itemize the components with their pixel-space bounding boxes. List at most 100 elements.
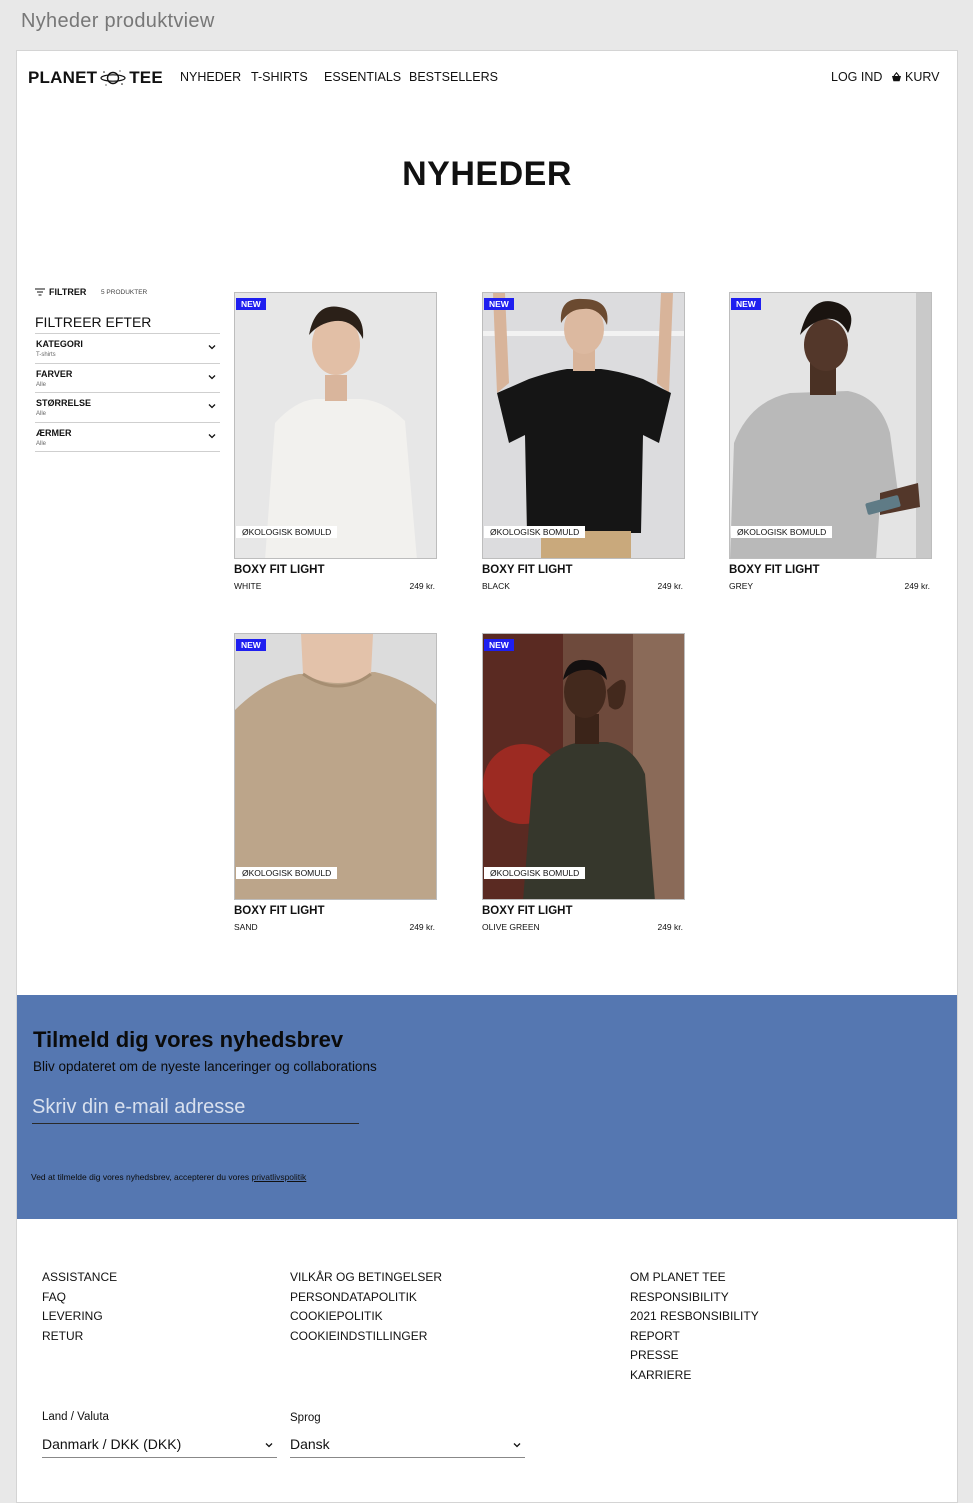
product-color: WHITE [234, 581, 262, 591]
privacy-policy-link[interactable]: privatlivspolitik [252, 1172, 307, 1182]
newsletter-consent-text: Ved at tilmelde dig vores nyhedsbrev, ac… [31, 1172, 250, 1182]
product-card[interactable]: NEW ØKOLOGISK BOMULD BOXY FIT LIGHT GREY… [729, 292, 932, 591]
material-tag: ØKOLOGISK BOMULD [236, 526, 338, 538]
material-tag: ØKOLOGISK BOMULD [484, 526, 586, 538]
product-card[interactable]: NEW ØKOLOGISK BOMULD BOXY FIT LIGHT BLAC… [482, 292, 685, 591]
product-photo [483, 634, 684, 899]
page: PLANET TEE NYHEDER T-SHIRTS ESSENTIALS B… [16, 50, 958, 1503]
footer-link-responsibility[interactable]: RESPONSIBILITY [630, 1288, 759, 1308]
product-name[interactable]: BOXY FIT LIGHT [234, 905, 437, 917]
newsletter-email-input[interactable] [32, 1092, 359, 1124]
footer-link-retur[interactable]: RETUR [42, 1327, 117, 1347]
product-card[interactable]: NEW ØKOLOGISK BOMULD BOXY FIT LIGHT OLIV… [482, 633, 685, 932]
product-card[interactable]: NEW ØKOLOGISK BOMULD BOXY FIT LIGHT SAND… [234, 633, 437, 932]
newsletter-subtitle: Bliv opdateret om de nyeste lanceringer … [33, 1059, 377, 1074]
planet-icon [100, 70, 126, 86]
filter-value: Alle [36, 411, 47, 417]
filter-toggle-button[interactable]: FILTRER [35, 287, 86, 297]
product-count: 5 PRODUKTER [101, 289, 148, 296]
chevron-down-icon [208, 433, 216, 438]
footer-link-om-planet-tee[interactable]: OM PLANET TEE [630, 1268, 759, 1288]
footer-link-assistance[interactable]: ASSISTANCE [42, 1268, 117, 1288]
product-color: GREY [729, 581, 754, 591]
product-price: 249 kr. [904, 581, 930, 591]
footer-link-2021-responsibility[interactable]: 2021 RESBONSIBILITY [630, 1307, 759, 1327]
footer-col-about: OM PLANET TEE RESPONSIBILITY 2021 RESBON… [630, 1268, 759, 1386]
product-name[interactable]: BOXY FIT LIGHT [482, 905, 685, 917]
product-price: 249 kr. [409, 581, 435, 591]
filter-list: KATEGORI T-shirts FARVER Alle STØRRELSE … [35, 333, 220, 452]
footer-col-legal: VILKÅR OG BETINGELSER PERSONDATAPOLITIK … [290, 1268, 442, 1346]
filter-heading: FILTREER EFTER [35, 314, 152, 330]
footer-link-presse[interactable]: PRESSE [630, 1346, 759, 1366]
product-color: SAND [234, 922, 258, 932]
product-color: BLACK [482, 581, 510, 591]
new-badge: NEW [484, 298, 514, 310]
filter-name: STØRRELSE [36, 398, 92, 408]
nav-nyheder[interactable]: NYHEDER [180, 70, 241, 84]
newsletter-section: Tilmeld dig vores nyhedsbrev Bliv opdate… [17, 995, 957, 1219]
product-image[interactable]: NEW ØKOLOGISK BOMULD [729, 292, 932, 559]
country-value: Danmark / DKK (DKK) [42, 1436, 182, 1452]
footer-link-karriere[interactable]: KARRIERE [630, 1366, 759, 1386]
nav-bestsellers[interactable]: BESTSELLERS [409, 70, 498, 84]
product-price: 249 kr. [409, 922, 435, 932]
material-tag: ØKOLOGISK BOMULD [236, 867, 338, 879]
filter-stoerrelse[interactable]: STØRRELSE Alle [35, 393, 220, 423]
new-badge: NEW [236, 298, 266, 310]
newsletter-consent: Ved at tilmelde dig vores nyhedsbrev, ac… [31, 1172, 306, 1182]
product-card[interactable]: NEW ØKOLOGISK BOMULD BOXY FIT LIGHT WHIT… [234, 292, 437, 591]
footer-link-levering[interactable]: LEVERING [42, 1307, 117, 1327]
filter-kategori[interactable]: KATEGORI T-shirts [35, 334, 220, 364]
product-photo [730, 293, 931, 558]
footer-col-help: ASSISTANCE FAQ LEVERING RETUR [42, 1268, 117, 1346]
new-badge: NEW [731, 298, 761, 310]
product-color: OLIVE GREEN [482, 922, 540, 932]
product-price: 249 kr. [657, 581, 683, 591]
material-tag: ØKOLOGISK BOMULD [731, 526, 833, 538]
filter-farver[interactable]: FARVER Alle [35, 364, 220, 393]
footer-link-report[interactable]: REPORT [630, 1327, 759, 1347]
language-label: Sprog [290, 1412, 321, 1424]
country-currency-select[interactable]: Danmark / DKK (DKK) [42, 1431, 277, 1458]
product-image[interactable]: NEW ØKOLOGISK BOMULD [482, 633, 685, 900]
chevron-down-icon [208, 404, 216, 409]
newsletter-title: Tilmeld dig vores nyhedsbrev [33, 1027, 344, 1052]
footer-link-cookiepolitik[interactable]: COOKIEPOLITIK [290, 1307, 442, 1327]
logo[interactable]: PLANET TEE [28, 68, 163, 88]
login-link[interactable]: LOG IND [831, 70, 882, 84]
filter-aermer[interactable]: ÆRMER Alle [35, 423, 220, 452]
filter-value: T-shirts [36, 352, 56, 358]
product-name[interactable]: BOXY FIT LIGHT [729, 564, 932, 576]
product-price: 249 kr. [657, 922, 683, 932]
filter-name: ÆRMER [36, 427, 72, 438]
filter-name: FARVER [36, 368, 73, 379]
nav-t-shirts[interactable]: T-SHIRTS [251, 70, 308, 84]
filter-value: Alle [36, 381, 47, 388]
new-badge: NEW [236, 639, 266, 651]
cart-link[interactable]: KURV [891, 70, 940, 84]
product-photo [483, 293, 684, 558]
chevron-down-icon [208, 374, 216, 379]
footer-link-cookieindstillinger[interactable]: COOKIEINDSTILLINGER [290, 1327, 442, 1347]
chevron-down-icon [265, 1443, 273, 1448]
product-image[interactable]: NEW ØKOLOGISK BOMULD [234, 633, 437, 900]
product-image[interactable]: NEW ØKOLOGISK BOMULD [234, 292, 437, 559]
product-name[interactable]: BOXY FIT LIGHT [234, 564, 437, 576]
filter-value: Alle [36, 440, 47, 447]
country-label: Land / Valuta [42, 1411, 109, 1423]
chevron-down-icon [513, 1443, 521, 1448]
login-label: LOG IND [831, 70, 883, 84]
footer-link-faq[interactable]: FAQ [42, 1288, 117, 1308]
language-value: Dansk [290, 1436, 330, 1452]
cart-label: KURV [905, 70, 940, 84]
frame-title: Nyheder produktview [21, 10, 215, 32]
footer-link-persondatapolitik[interactable]: PERSONDATAPOLITIK [290, 1288, 442, 1308]
product-name[interactable]: BOXY FIT LIGHT [482, 564, 685, 576]
nav-essentials[interactable]: ESSENTIALS [324, 70, 401, 84]
footer-link-vilkaar[interactable]: VILKÅR OG BETINGELSER [290, 1268, 442, 1288]
page-title: NYHEDER [402, 155, 572, 193]
language-select[interactable]: Dansk [290, 1431, 525, 1458]
filter-toggle-label: FILTRER [49, 287, 87, 297]
product-image[interactable]: NEW ØKOLOGISK BOMULD [482, 292, 685, 559]
